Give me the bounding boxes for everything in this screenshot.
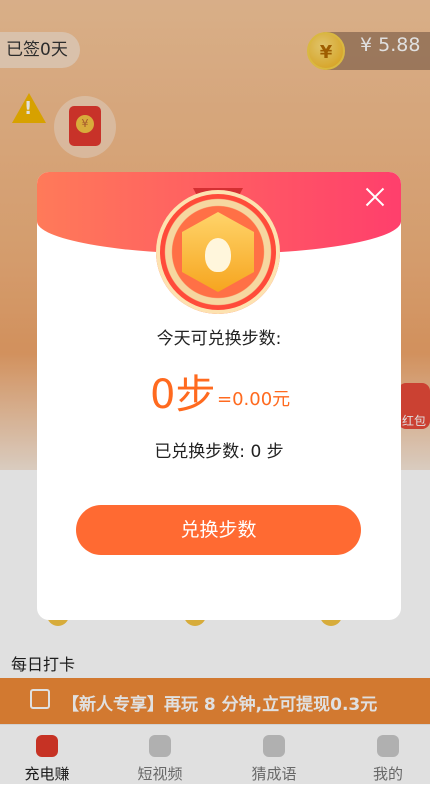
- steps-equals: =0.00元: [217, 389, 291, 410]
- exchanged-steps: 已兑换步数: 0 步: [154, 442, 284, 462]
- steps-value: 0步: [150, 372, 216, 418]
- exchangeable-steps-label: 今天可兑换步数:: [156, 329, 282, 349]
- footprint-icon: [205, 238, 231, 272]
- close-icon[interactable]: [363, 185, 387, 209]
- exchange-steps-button[interactable]: 兑换步数: [76, 505, 361, 555]
